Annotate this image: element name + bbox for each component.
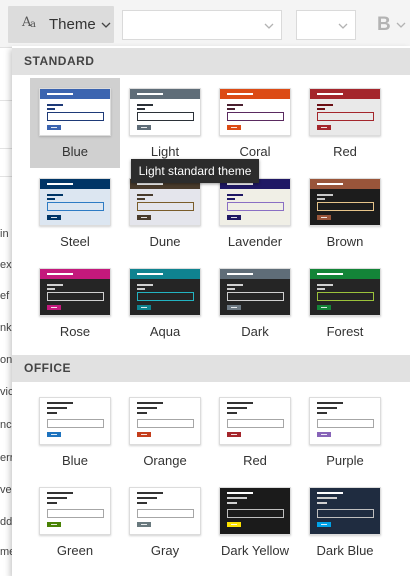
- font-family-dropdown[interactable]: [122, 10, 282, 40]
- theme-option-dark[interactable]: Dark: [210, 258, 300, 348]
- theme-option-orange[interactable]: Orange: [120, 387, 210, 477]
- theme-option-label: Lavender: [227, 234, 283, 249]
- theme-dropdown: STANDARD Blue Light Coral Red Steel Dune Laven…: [12, 46, 410, 576]
- theme-option-gray[interactable]: Gray: [120, 477, 210, 567]
- theme-preview-thumbnail: [309, 88, 381, 136]
- section-header-office: OFFICE: [12, 355, 410, 382]
- theme-button-label: Theme: [49, 16, 96, 33]
- theme-option-label: Light: [150, 144, 180, 159]
- theme-option-label: Dune: [149, 234, 181, 249]
- theme-option-purple[interactable]: Purple: [300, 387, 390, 477]
- font-aa-icon: Aa: [22, 14, 36, 30]
- theme-preview-thumbnail: [39, 178, 111, 226]
- divider: [0, 148, 12, 149]
- background-text: vic: [0, 386, 12, 398]
- theme-preview-thumbnail: [219, 178, 291, 226]
- theme-option-aqua[interactable]: Aqua: [120, 258, 210, 348]
- background-text: dd: [0, 516, 12, 528]
- theme-option-label: Dark: [241, 324, 269, 339]
- theme-option-label: Orange: [143, 453, 187, 468]
- theme-option-label: Brown: [326, 234, 364, 249]
- divider: [0, 176, 12, 177]
- theme-preview-thumbnail: [129, 397, 201, 445]
- bold-button[interactable]: B: [373, 10, 410, 40]
- theme-option-label: Coral: [239, 144, 271, 159]
- theme-option-label: Dark Yellow: [221, 543, 289, 558]
- background-text: in: [0, 228, 9, 240]
- background-text: ex: [0, 259, 12, 271]
- theme-preview-thumbnail: [129, 268, 201, 316]
- background-text: me: [0, 546, 12, 558]
- theme-preview-thumbnail: [39, 397, 111, 445]
- theme-option-red[interactable]: Red: [300, 78, 390, 168]
- divider: [0, 100, 12, 101]
- chevron-down-icon: [264, 23, 274, 29]
- theme-preview-thumbnail: [219, 88, 291, 136]
- section-header-standard: STANDARD: [12, 48, 410, 75]
- bold-label: B: [377, 14, 391, 35]
- theme-preview-thumbnail: [309, 178, 381, 226]
- theme-button[interactable]: Aa Theme: [8, 6, 114, 43]
- font-size-dropdown[interactable]: [296, 10, 356, 40]
- theme-preview-thumbnail: [219, 397, 291, 445]
- chevron-down-icon: [101, 22, 111, 28]
- theme-tooltip: Light standard theme: [131, 159, 259, 183]
- theme-option-label: Purple: [326, 453, 364, 468]
- theme-option-label: Forest: [326, 324, 364, 339]
- theme-option-dark-blue[interactable]: Dark Blue: [300, 477, 390, 567]
- theme-option-steel[interactable]: Steel: [30, 168, 120, 258]
- theme-option-label: Green: [56, 543, 94, 558]
- theme-preview-thumbnail: [39, 268, 111, 316]
- theme-option-label: Rose: [59, 324, 91, 339]
- theme-preview-thumbnail: [129, 178, 201, 226]
- theme-preview-thumbnail: [39, 487, 111, 535]
- theme-preview-thumbnail: [129, 88, 201, 136]
- chevron-down-icon: [338, 23, 348, 29]
- theme-option-label: Red: [243, 453, 267, 468]
- theme-option-red[interactable]: Red: [210, 387, 300, 477]
- theme-option-label: Gray: [150, 543, 180, 558]
- theme-preview-thumbnail: [219, 268, 291, 316]
- background-text: nc: [0, 419, 12, 431]
- background-content: in ex ef nk on vic nc err ve dd me: [0, 48, 12, 576]
- theme-preview-thumbnail: [39, 88, 111, 136]
- theme-option-rose[interactable]: Rose: [30, 258, 120, 348]
- theme-option-blue[interactable]: Blue: [30, 78, 120, 168]
- theme-option-label: Dark Blue: [316, 543, 374, 558]
- theme-option-label: Red: [333, 144, 357, 159]
- theme-preview-thumbnail: [129, 487, 201, 535]
- background-text: ef: [0, 290, 10, 302]
- theme-option-label: Steel: [60, 234, 90, 249]
- theme-option-dark-yellow[interactable]: Dark Yellow: [210, 477, 300, 567]
- background-text: nk: [0, 322, 12, 334]
- background-text: ve: [0, 484, 12, 496]
- theme-option-forest[interactable]: Forest: [300, 258, 390, 348]
- theme-preview-thumbnail: [309, 487, 381, 535]
- theme-option-label: Aqua: [149, 324, 181, 339]
- theme-preview-thumbnail: [309, 397, 381, 445]
- background-text: err: [0, 452, 12, 464]
- theme-option-light[interactable]: Light: [120, 78, 210, 168]
- background-text: on: [0, 354, 12, 366]
- theme-option-label: Blue: [61, 144, 89, 159]
- chevron-down-icon: [396, 22, 406, 28]
- theme-option-coral[interactable]: Coral: [210, 78, 300, 168]
- theme-option-green[interactable]: Green: [30, 477, 120, 567]
- theme-option-blue[interactable]: Blue: [30, 387, 120, 477]
- theme-option-brown[interactable]: Brown: [300, 168, 390, 258]
- theme-preview-thumbnail: [309, 268, 381, 316]
- ribbon-toolbar: Aa Theme B: [0, 0, 410, 48]
- theme-preview-thumbnail: [219, 487, 291, 535]
- theme-option-label: Blue: [61, 453, 89, 468]
